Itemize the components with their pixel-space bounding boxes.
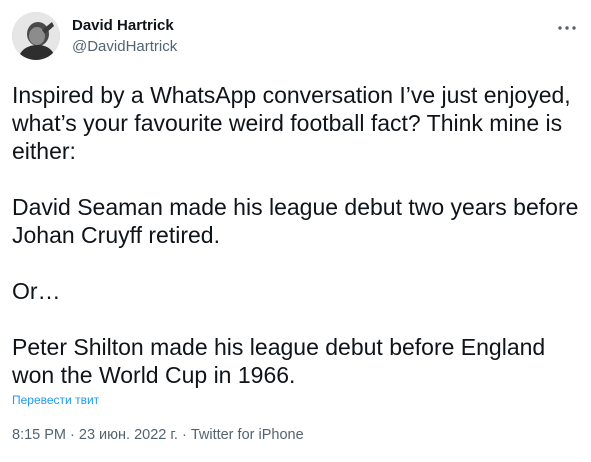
user-avatar-icon [12,12,60,60]
user-handle[interactable]: @DavidHartrick [72,37,177,57]
tweet-paragraph: David Seaman made his league debut two y… [12,194,585,248]
tweet-source[interactable]: Twitter for iPhone [191,427,304,443]
display-name[interactable]: David Hartrick [72,16,177,36]
tweet-time[interactable]: 8:15 PM [12,427,66,443]
tweet-metadata: 8:15 PM · 23 июн. 2022 г. · Twitter for … [12,425,304,445]
more-horizontal-icon [558,26,576,30]
translate-tweet-link[interactable]: Перевести твит [12,392,99,408]
tweet-paragraph: Inspired by a WhatsApp conversation I’ve… [12,82,578,164]
user-info: David Hartrick @DavidHartrick [72,16,177,57]
tweet-card: David Hartrick @DavidHartrick Inspired b… [0,0,591,462]
tweet-paragraph: Peter Shilton made his league debut befo… [12,334,552,388]
meta-separator: · [177,427,191,443]
more-options-button[interactable] [555,16,579,40]
tweet-date[interactable]: 23 июн. 2022 г. [79,427,178,443]
avatar[interactable] [12,12,60,60]
meta-separator: · [66,427,79,443]
tweet-text: Inspired by a WhatsApp conversation I’ve… [12,81,579,389]
tweet-paragraph: Or… [12,278,61,304]
